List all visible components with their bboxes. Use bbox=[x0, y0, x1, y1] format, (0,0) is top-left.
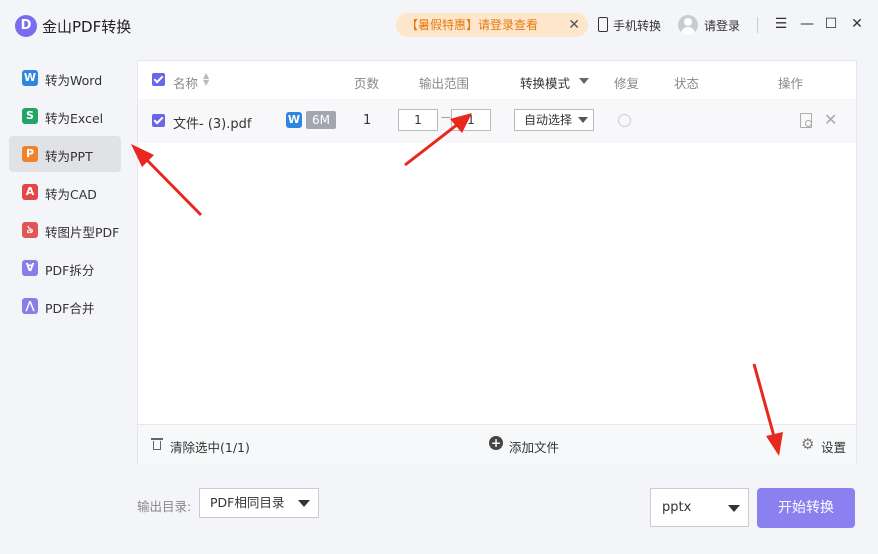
sidebar-item-label: PDF拆分 bbox=[45, 263, 95, 278]
app-logo-icon: D bbox=[15, 15, 37, 37]
file-list-panel: 名称 ▲ ▼ 页数 输出范围 转换模式 修复 状态 操作 文件- (3).pdf … bbox=[137, 60, 857, 464]
output-dir-label: 输出目录: bbox=[137, 499, 192, 514]
word-icon: W bbox=[22, 70, 38, 86]
output-format-select[interactable]: pptx bbox=[650, 488, 749, 527]
word-file-icon: W bbox=[286, 112, 302, 128]
mobile-phone-icon[interactable] bbox=[598, 17, 608, 32]
sidebar-item-ppt[interactable]: P 转为PPT bbox=[9, 136, 121, 172]
range-to-input[interactable]: 1 bbox=[451, 109, 491, 131]
login-link[interactable]: 请登录 bbox=[704, 17, 740, 34]
file-name: 文件- (3).pdf bbox=[173, 117, 252, 132]
row-checkbox[interactable] bbox=[152, 114, 165, 127]
close-icon[interactable]: ✕ bbox=[849, 16, 865, 32]
preview-icon[interactable] bbox=[800, 113, 812, 128]
clear-selected-button[interactable]: 清除选中(1/1) bbox=[170, 437, 250, 456]
split-icon: ∀ bbox=[22, 260, 38, 276]
sidebar-item-label: 转为CAD bbox=[45, 187, 97, 202]
app-title: 金山PDF转换 bbox=[42, 18, 132, 36]
header-name: 名称 bbox=[173, 76, 199, 91]
promo-close-icon[interactable]: ✕ bbox=[568, 13, 580, 37]
image-pdf-icon: ৯ bbox=[22, 222, 38, 238]
header-status: 状态 bbox=[674, 76, 700, 91]
gear-icon[interactable]: ⚙ bbox=[801, 435, 814, 453]
sort-icon[interactable]: ▲ ▼ bbox=[203, 72, 209, 87]
sidebar-item-label: 转图片型PDF bbox=[45, 225, 120, 240]
sidebar-item-excel[interactable]: S 转为Excel bbox=[9, 98, 121, 134]
menu-icon[interactable]: ☰ bbox=[773, 16, 789, 32]
header-range: 输出范围 bbox=[419, 76, 470, 91]
header-action: 操作 bbox=[778, 76, 804, 91]
add-file-icon[interactable]: + bbox=[489, 436, 503, 450]
minimize-icon[interactable]: — bbox=[799, 16, 815, 32]
table-row[interactable]: 文件- (3).pdf W 6M 1 1 — 1 自动选择 ✕ bbox=[138, 99, 856, 143]
header-repair: 修复 bbox=[614, 76, 640, 91]
conversion-mode-select[interactable]: 自动选择 bbox=[514, 109, 594, 131]
select-all-checkbox[interactable] bbox=[152, 73, 165, 86]
panel-footer: 清除选中(1/1) + 添加文件 ⚙ 设置 bbox=[138, 424, 856, 464]
merge-icon: ⋀ bbox=[22, 298, 38, 314]
start-convert-button[interactable]: 开始转换 bbox=[757, 488, 855, 528]
sidebar-item-label: 转为Word bbox=[45, 73, 103, 88]
header-mode[interactable]: 转换模式 bbox=[520, 73, 570, 92]
sidebar-item-image-pdf[interactable]: ৯ 转图片型PDF bbox=[9, 212, 121, 248]
excel-icon: S bbox=[22, 108, 38, 124]
output-dir-select[interactable]: PDF相同目录 bbox=[199, 488, 319, 518]
sidebar-item-cad[interactable]: A 转为CAD bbox=[9, 174, 121, 210]
maximize-icon[interactable]: ☐ bbox=[823, 16, 839, 32]
sidebar-item-merge[interactable]: ⋀ PDF合并 bbox=[9, 288, 121, 324]
range-separator: — bbox=[441, 112, 451, 123]
title-divider bbox=[757, 17, 758, 33]
promo-text[interactable]: 【暑假特惠】请登录查看 bbox=[406, 18, 538, 32]
mode-dropdown-icon[interactable] bbox=[579, 78, 589, 84]
header-pages: 页数 bbox=[354, 76, 380, 91]
sidebar-item-word[interactable]: W 转为Word bbox=[9, 60, 121, 96]
avatar[interactable] bbox=[678, 15, 698, 35]
add-file-button[interactable]: 添加文件 bbox=[509, 437, 559, 456]
remove-file-icon[interactable]: ✕ bbox=[824, 110, 837, 129]
mobile-convert-link[interactable]: 手机转换 bbox=[613, 17, 661, 34]
page-count: 1 bbox=[363, 113, 372, 128]
sidebar-item-label: 转为Excel bbox=[45, 111, 104, 126]
sidebar-item-label: 转为PPT bbox=[45, 149, 93, 164]
repair-check-icon[interactable] bbox=[618, 114, 631, 127]
ppt-icon: P bbox=[22, 146, 38, 162]
title-bar: D 金山PDF转换 【暑假特惠】请登录查看 ✕ 手机转换 请登录 ☰ — ☐ ✕ bbox=[0, 0, 878, 52]
sidebar-item-split[interactable]: ∀ PDF拆分 bbox=[9, 250, 121, 286]
cad-icon: A bbox=[22, 184, 38, 200]
file-size-badge: 6M bbox=[306, 111, 336, 129]
promo-banner[interactable]: 【暑假特惠】请登录查看 ✕ bbox=[396, 13, 588, 37]
sidebar-item-label: PDF合并 bbox=[45, 301, 95, 316]
settings-button[interactable]: 设置 bbox=[821, 437, 846, 456]
range-from-input[interactable]: 1 bbox=[398, 109, 438, 131]
trash-icon[interactable] bbox=[151, 437, 163, 451]
